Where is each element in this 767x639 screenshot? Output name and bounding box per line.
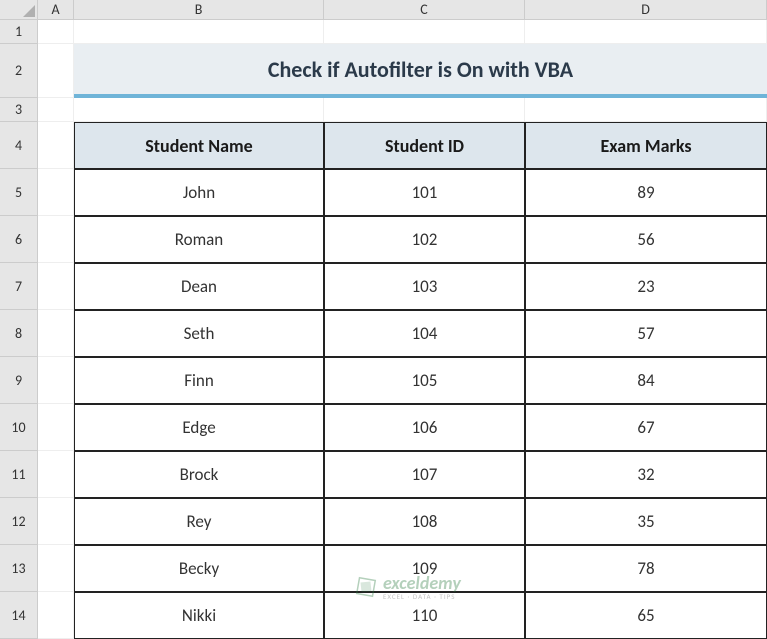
row-header-4[interactable]: 4 — [0, 122, 38, 169]
table-cell[interactable]: Rey — [74, 498, 324, 545]
cell-a3[interactable] — [38, 98, 74, 122]
table-cell[interactable]: Finn — [74, 357, 324, 404]
cell-a9[interactable] — [38, 357, 74, 404]
cell-a7[interactable] — [38, 263, 74, 310]
table-cell[interactable]: 108 — [324, 498, 525, 545]
title-cell[interactable]: Check if Autofilter is On with VBA — [74, 44, 767, 98]
table-cell[interactable]: 35 — [525, 498, 767, 545]
table-cell[interactable]: Roman — [74, 216, 324, 263]
row-header-14[interactable]: 14 — [0, 592, 38, 639]
spreadsheet-grid: A B C D 1 2 Check if Autofilter is On wi… — [0, 0, 767, 639]
cell-a5[interactable] — [38, 169, 74, 216]
table-cell[interactable]: 84 — [525, 357, 767, 404]
cell-a13[interactable] — [38, 545, 74, 592]
table-cell[interactable]: 32 — [525, 451, 767, 498]
table-cell[interactable]: 65 — [525, 592, 767, 639]
cell-a10[interactable] — [38, 404, 74, 451]
cell-a1[interactable] — [38, 20, 74, 44]
cell-a12[interactable] — [38, 498, 74, 545]
cell-a11[interactable] — [38, 451, 74, 498]
table-cell[interactable]: Dean — [74, 263, 324, 310]
row-header-2[interactable]: 2 — [0, 44, 38, 98]
table-cell[interactable]: 78 — [525, 545, 767, 592]
header-exam-marks[interactable]: Exam Marks — [525, 122, 767, 169]
table-cell[interactable]: Edge — [74, 404, 324, 451]
table-cell[interactable]: 109 — [324, 545, 525, 592]
table-cell[interactable]: Nikki — [74, 592, 324, 639]
cell-d1[interactable] — [525, 20, 767, 44]
table-cell[interactable]: 57 — [525, 310, 767, 357]
table-cell[interactable]: Seth — [74, 310, 324, 357]
cell-a4[interactable] — [38, 122, 74, 169]
table-cell[interactable]: Brock — [74, 451, 324, 498]
cell-d3[interactable] — [525, 98, 767, 122]
row-header-8[interactable]: 8 — [0, 310, 38, 357]
cell-a6[interactable] — [38, 216, 74, 263]
column-header-d[interactable]: D — [525, 0, 767, 20]
row-header-9[interactable]: 9 — [0, 357, 38, 404]
table-cell[interactable]: 106 — [324, 404, 525, 451]
column-header-a[interactable]: A — [38, 0, 74, 20]
table-cell[interactable]: 102 — [324, 216, 525, 263]
row-header-1[interactable]: 1 — [0, 20, 38, 44]
table-cell[interactable]: 89 — [525, 169, 767, 216]
row-header-11[interactable]: 11 — [0, 451, 38, 498]
row-header-5[interactable]: 5 — [0, 169, 38, 216]
row-header-3[interactable]: 3 — [0, 98, 38, 122]
cell-c3[interactable] — [324, 98, 525, 122]
row-header-7[interactable]: 7 — [0, 263, 38, 310]
table-cell[interactable]: 67 — [525, 404, 767, 451]
cell-a14[interactable] — [38, 592, 74, 639]
cell-c1[interactable] — [324, 20, 525, 44]
header-student-id[interactable]: Student ID — [324, 122, 525, 169]
row-header-6[interactable]: 6 — [0, 216, 38, 263]
table-cell[interactable]: 110 — [324, 592, 525, 639]
table-cell[interactable]: 101 — [324, 169, 525, 216]
header-student-name[interactable]: Student Name — [74, 122, 324, 169]
row-header-13[interactable]: 13 — [0, 545, 38, 592]
select-all-corner[interactable] — [0, 0, 38, 20]
table-cell[interactable]: 105 — [324, 357, 525, 404]
select-all-triangle-icon — [23, 5, 35, 17]
table-cell[interactable]: John — [74, 169, 324, 216]
row-header-10[interactable]: 10 — [0, 404, 38, 451]
column-header-c[interactable]: C — [324, 0, 525, 20]
row-header-12[interactable]: 12 — [0, 498, 38, 545]
table-cell[interactable]: 23 — [525, 263, 767, 310]
table-cell[interactable]: 103 — [324, 263, 525, 310]
table-cell[interactable]: 107 — [324, 451, 525, 498]
column-header-b[interactable]: B — [74, 0, 324, 20]
table-cell[interactable]: Becky — [74, 545, 324, 592]
cell-b1[interactable] — [74, 20, 324, 44]
cell-a2[interactable] — [38, 44, 74, 98]
table-cell[interactable]: 104 — [324, 310, 525, 357]
cell-b3[interactable] — [74, 98, 324, 122]
cell-a8[interactable] — [38, 310, 74, 357]
table-cell[interactable]: 56 — [525, 216, 767, 263]
